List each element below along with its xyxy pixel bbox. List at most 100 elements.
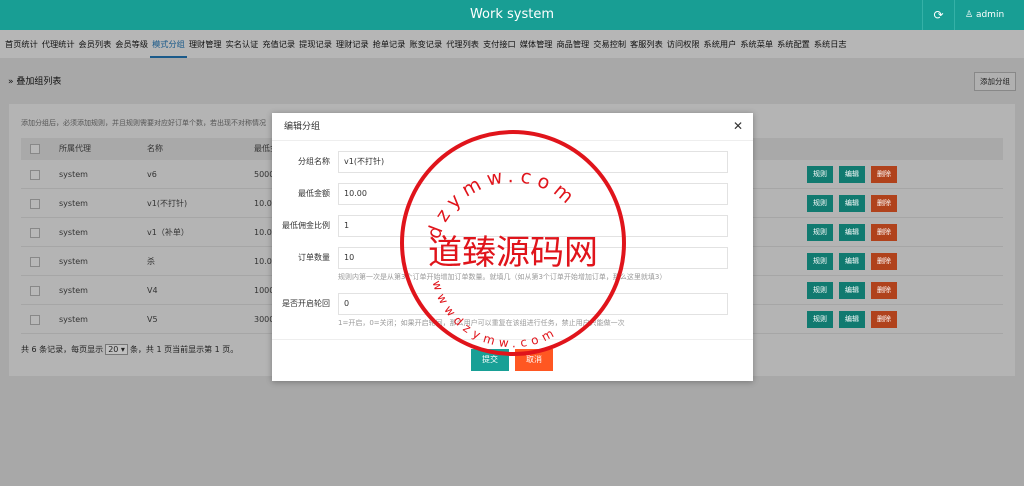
row-actions: 规则 编辑 删除 (807, 224, 903, 241)
pager-prefix: 共 6 条记录，每页显示 (21, 345, 104, 354)
cell-name: V5 (147, 315, 158, 324)
nav-item-3[interactable]: 会员等级 (113, 30, 150, 58)
row-actions: 规则 编辑 删除 (807, 311, 903, 328)
nav-item-22[interactable]: 系统日志 (812, 30, 849, 58)
nav-item-21[interactable]: 系统配置 (775, 30, 812, 58)
delete-button[interactable]: 删除 (871, 224, 897, 241)
edit-group-dialog: 编辑分组 ✕ 分组名称 v1(不打针) 最低金额 10.00 最低佣金比例 1 订单数量 10… (272, 113, 753, 381)
cell-name: v6 (147, 170, 157, 179)
cell-agent: system (59, 257, 88, 266)
edit-button[interactable]: 编辑 (839, 311, 865, 328)
col-agent: 所属代理 (59, 144, 91, 153)
row-checkbox[interactable] (30, 286, 40, 296)
field-input[interactable]: 1 (338, 215, 728, 237)
field-input[interactable]: 0 (338, 293, 728, 315)
field-label: 分组名称 (298, 157, 330, 166)
delete-button[interactable]: 删除 (871, 282, 897, 299)
edit-button[interactable]: 编辑 (839, 195, 865, 212)
rule-button[interactable]: 规则 (807, 224, 833, 241)
rule-button[interactable]: 规则 (807, 253, 833, 270)
cell-name: v1（补单） (147, 228, 189, 237)
cell-agent: system (59, 228, 88, 237)
nav-item-6[interactable]: 实名认证 (224, 30, 261, 58)
row-checkbox[interactable] (30, 257, 40, 267)
cell-agent: system (59, 315, 88, 324)
app-title: Work system (469, 7, 555, 22)
field-label: 最低佣金比例 (282, 221, 330, 230)
top-bar: Work system ⟳ ♙ admin (0, 0, 1024, 30)
delete-button[interactable]: 删除 (871, 253, 897, 270)
nav-item-10[interactable]: 抢单记录 (371, 30, 408, 58)
nav-item-14[interactable]: 媒体管理 (518, 30, 555, 58)
row-actions: 规则 编辑 删除 (807, 282, 903, 299)
cell-agent: system (59, 170, 88, 179)
breadcrumb: » 叠加组列表 (8, 77, 62, 87)
nav-item-5[interactable]: 理财管理 (187, 30, 224, 58)
col-name: 名称 (147, 144, 163, 153)
nav-item-2[interactable]: 会员列表 (77, 30, 114, 58)
close-icon[interactable]: ✕ (733, 119, 743, 133)
field-label: 订单数量 (298, 253, 330, 262)
user-name: admin (975, 10, 1005, 20)
nav-item-7[interactable]: 充值记录 (260, 30, 297, 58)
cell-agent: system (59, 199, 88, 208)
field-input[interactable]: 10 (338, 247, 728, 269)
submit-button[interactable]: 提交 (471, 349, 509, 371)
nav-item-13[interactable]: 支付接口 (481, 30, 518, 58)
nav-item-4[interactable]: 模式分组 (150, 30, 187, 58)
cell-name: v1(不打针) (147, 199, 188, 208)
rule-button[interactable]: 规则 (807, 282, 833, 299)
cell-agent: system (59, 286, 88, 295)
nav-item-16[interactable]: 交易控制 (591, 30, 628, 58)
field-help: 规则内第一次是从第3个订单开始增加订单数量。就填几（如从第3个订单开始增加订单，… (338, 273, 667, 281)
field-input[interactable]: 10.00 (338, 183, 728, 205)
rule-button[interactable]: 规则 (807, 166, 833, 183)
pagination: 共 6 条记录，每页显示 20 ▾ 条，共 1 页当前显示第 1 页。 (21, 344, 238, 355)
delete-button[interactable]: 删除 (871, 311, 897, 328)
nav-item-15[interactable]: 商品管理 (554, 30, 591, 58)
nav-item-17[interactable]: 客服列表 (628, 30, 665, 58)
row-checkbox[interactable] (30, 315, 40, 325)
tip-text: 添加分组后，必须添加规则，并且规则需要对应好订单个数，若出现不对称情况 (21, 119, 266, 127)
delete-button[interactable]: 删除 (871, 166, 897, 183)
nav-item-12[interactable]: 代理列表 (444, 30, 481, 58)
field-input[interactable]: v1(不打针) (338, 151, 728, 173)
nav-item-0[interactable]: 首页统计 (3, 30, 40, 58)
refresh-icon[interactable]: ⟳ (922, 0, 954, 30)
nav-item-1[interactable]: 代理统计 (40, 30, 77, 58)
edit-button[interactable]: 编辑 (839, 282, 865, 299)
edit-button[interactable]: 编辑 (839, 224, 865, 241)
pager-suffix: 条，共 1 页当前显示第 1 页。 (129, 345, 239, 354)
rule-button[interactable]: 规则 (807, 195, 833, 212)
edit-button[interactable]: 编辑 (839, 253, 865, 270)
row-actions: 规则 编辑 删除 (807, 166, 903, 183)
nav-item-18[interactable]: 访问权限 (665, 30, 702, 58)
nav-item-9[interactable]: 理财记录 (334, 30, 371, 58)
user-menu[interactable]: ♙ admin (954, 0, 1024, 30)
nav-item-20[interactable]: 系统菜单 (738, 30, 775, 58)
cell-name: 杀 (147, 257, 155, 266)
dialog-footer: 提交 取消 (272, 339, 753, 381)
cancel-button[interactable]: 取消 (515, 349, 553, 371)
add-group-button[interactable]: 添加分组 (974, 72, 1016, 91)
nav-item-11[interactable]: 账变记录 (407, 30, 444, 58)
field-label: 是否开启轮回 (282, 299, 330, 308)
field-label: 最低金额 (298, 189, 330, 198)
main-nav: 首页统计 代理统计 会员列表 会员等级 模式分组 理财管理 实名认证 充值记录 提现记录 理财记录… (0, 30, 1024, 58)
cell-name: V4 (147, 286, 158, 295)
page-size-value: 20 (108, 345, 119, 354)
page-size-select[interactable]: 20 ▾ (105, 344, 128, 355)
row-checkbox[interactable] (30, 199, 40, 209)
row-checkbox[interactable] (30, 170, 40, 180)
delete-button[interactable]: 删除 (871, 195, 897, 212)
field-help: 1=开启，0=关闭；如果开启轮回，那么用户可以重复在该组进行任务，禁止用户只能做… (338, 319, 625, 327)
nav-item-8[interactable]: 提现记录 (297, 30, 334, 58)
rule-button[interactable]: 规则 (807, 311, 833, 328)
edit-button[interactable]: 编辑 (839, 166, 865, 183)
nav-item-19[interactable]: 系统用户 (702, 30, 739, 58)
row-actions: 规则 编辑 删除 (807, 253, 903, 270)
row-checkbox[interactable] (30, 228, 40, 238)
row-actions: 规则 编辑 删除 (807, 195, 903, 212)
select-all-checkbox[interactable] (30, 144, 40, 154)
dialog-title: 编辑分组 (272, 113, 753, 141)
